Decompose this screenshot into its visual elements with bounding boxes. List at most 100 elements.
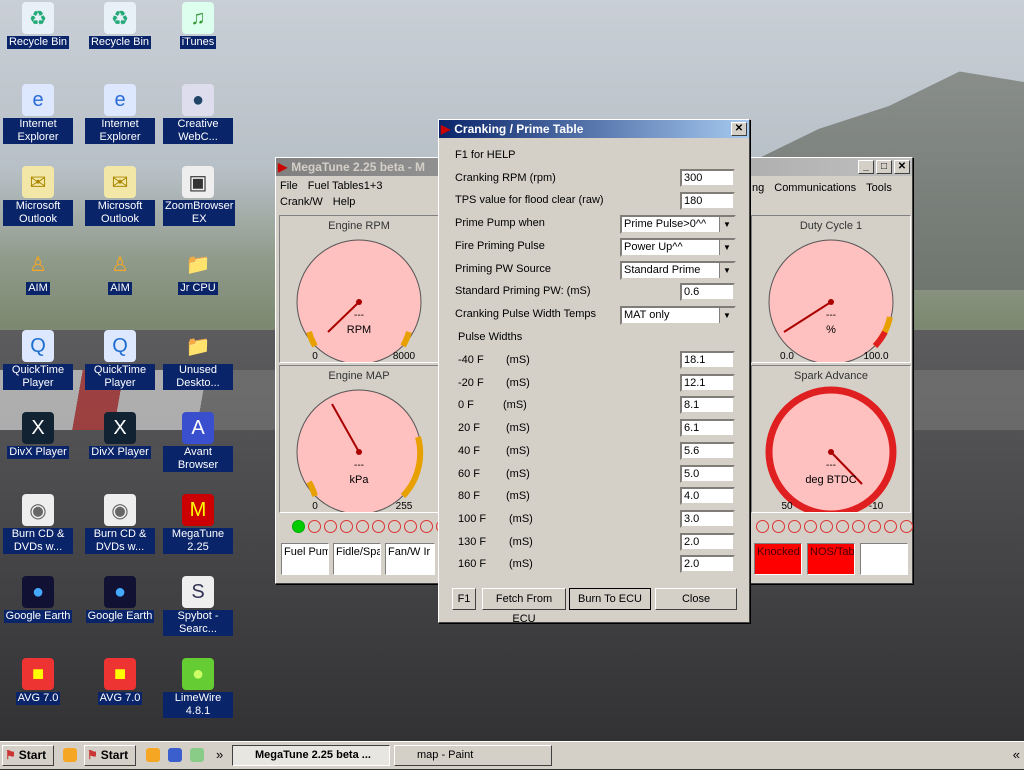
desktop-icon[interactable]: ♙ AIM [85,248,155,295]
pulse-widths-heading: Pulse Widths [458,331,523,343]
desktop-icon-label: iTunes [179,36,217,49]
gauge-dial: --- % 0.0 100.0 [768,239,894,365]
dialog-titlebar[interactable]: ▶ Cranking / Prime Table ✕ [439,120,749,138]
desktop-icon[interactable]: ● LimeWire 4.8.1 [163,658,233,718]
avant-browser-icon[interactable] [168,748,182,762]
taskbar-item-paint[interactable]: map - Paint [394,745,552,766]
pulse-width-field[interactable]: 4.0 [680,487,735,506]
gauge-value: --- [354,310,364,321]
pulse-width-field[interactable]: 2.0 [680,532,735,551]
desktop-icon[interactable]: ● Google Earth [3,576,73,623]
tray-chevron[interactable]: « [1013,747,1020,762]
desktop-icon[interactable]: 📁 Unused Deskto... [163,330,233,390]
desktop-icon[interactable]: ● Creative WebC... [163,84,233,144]
gauge-unit: % [826,324,836,336]
google-earth-icon: ● [22,576,54,608]
pulse-width-field[interactable]: 12.1 [680,373,735,392]
desktop-icon[interactable]: Q QuickTime Player [85,330,155,390]
tps-flood-clear-label: TPS value for flood clear (raw) [455,194,604,206]
desktop-icon[interactable]: ♻ Recycle Bin [3,2,73,49]
desktop-icon-label: DivX Player [89,446,151,459]
burn-cd-icon: ◉ [104,494,136,526]
chevron-down-icon[interactable]: ▼ [719,240,734,255]
pulse-width-field[interactable]: 3.0 [680,509,735,528]
pulse-unit-label: (mS) [509,512,533,525]
chevron-down-icon[interactable]: ▼ [719,217,734,232]
desktop-icon[interactable]: ■ AVG 7.0 [85,658,155,705]
desktop-icon[interactable]: A Avant Browser [163,412,233,472]
pulse-width-field[interactable]: 5.6 [680,441,735,460]
burn-to-ecu-button[interactable]: Burn To ECU [569,588,651,610]
menu-tuning[interactable]: ng [752,180,764,196]
select-value: Standard Prime [624,264,701,276]
prime-pump-select[interactable]: Prime Pulse>0^^ ▼ [620,215,736,234]
pulse-width-field[interactable]: 8.1 [680,396,735,415]
itunes-icon[interactable] [190,748,204,762]
menu-tools[interactable]: Tools [866,180,892,196]
desktop-icon-label: DivX Player [7,446,69,459]
desktop-icon-label: Microsoft Outlook [3,200,73,226]
aim-icon[interactable] [63,748,77,762]
desktop-icon[interactable]: e Internet Explorer [3,84,73,144]
desktop-icon[interactable]: ✉ Microsoft Outlook [3,166,73,226]
desktop-icon[interactable]: X DivX Player [85,412,155,459]
pulse-width-field[interactable]: 5.0 [680,464,735,483]
desktop-icon[interactable]: ▣ ZoomBrowser EX [163,166,236,226]
dialog-close-icon[interactable]: ✕ [731,122,747,136]
gauge-unit: RPM [347,324,371,336]
pulse-width-field[interactable]: 6.1 [680,419,735,438]
menu-crank[interactable]: Crank/W [280,194,323,210]
desktop-icon[interactable]: ● Google Earth [85,576,155,623]
indicator-led [372,520,385,533]
fetch-from-ecu-button[interactable]: Fetch From ECU [482,588,566,625]
desktop-icon-label: Google Earth [85,610,155,623]
desktop-icon[interactable]: ■ AVG 7.0 [3,658,73,705]
chevron-down-icon[interactable]: ▼ [719,263,734,278]
desktop-icon[interactable]: S Spybot - Searc... [163,576,233,636]
aim-icon[interactable] [146,748,160,762]
minimize-button[interactable]: _ [858,160,874,174]
menu-communications[interactable]: Communications [774,180,856,196]
start-label: Start [18,748,47,762]
menu-fuel-tables[interactable]: Fuel Tables1+3 [308,178,383,194]
desktop-icon[interactable]: ◉ Burn CD & DVDs w... [3,494,73,554]
close-button[interactable]: Close [655,588,737,610]
chevron-down-icon[interactable]: ▼ [719,308,734,323]
indicator-leds-right [756,520,913,533]
pulse-width-field[interactable]: 18.1 [680,351,735,369]
tps-flood-clear-field[interactable]: 180 [680,192,735,210]
desktop-icon[interactable]: ♻ Recycle Bin [85,2,155,49]
pulse-width-field[interactable]: 2.0 [680,555,735,574]
quicklaunch-chevron[interactable]: » [216,747,223,762]
fire-priming-select[interactable]: Power Up^^ ▼ [620,238,736,257]
priming-pw-source-select[interactable]: Standard Prime ▼ [620,261,736,280]
maximize-button[interactable]: □ [876,160,892,174]
desktop-icon[interactable]: ◉ Burn CD & DVDs w... [85,494,155,554]
gauge-dial: --- deg BTDC 50 -10 [765,386,897,518]
close-button[interactable]: ✕ [894,160,910,174]
desktop-icon[interactable]: ♫ iTunes [163,2,233,49]
desktop-icon[interactable]: ♙ AIM [3,248,73,295]
indicator-led [420,520,433,533]
pulse-unit-label: (mS) [506,444,530,457]
desktop-icon[interactable]: e Internet Explorer [85,84,155,144]
f1-help-button[interactable]: F1 [452,588,476,610]
desktop-icon[interactable]: M MegaTune 2.25 [163,494,233,554]
taskbar: ⚑ Start ⚑ Start » MegaTune 2.25 beta ... m… [0,741,1024,769]
desktop-icon[interactable]: ✉ Microsoft Outlook [85,166,155,226]
menu-file[interactable]: File [280,178,298,194]
gauge-max: 100.0 [863,351,888,362]
cranking-temps-select[interactable]: MAT only ▼ [620,306,736,325]
burn-cd-icon: ◉ [22,494,54,526]
start-button-2[interactable]: ⚑ Start [84,745,136,766]
gauge-dial: --- kPa 0 255 [296,389,424,515]
desktop-icon[interactable]: X DivX Player [3,412,73,459]
desktop-icon[interactable]: Q QuickTime Player [3,330,73,390]
taskbar-item-megatune[interactable]: MegaTune 2.25 beta ... [232,745,390,766]
std-priming-pw-field[interactable]: 0.6 [680,283,735,301]
cranking-rpm-field[interactable]: 300 [680,169,735,187]
menu-help[interactable]: Help [333,194,356,210]
start-button[interactable]: ⚑ Start [2,745,54,766]
desktop-icon[interactable]: 📁 Jr CPU [163,248,233,295]
megatune-app-icon: ▶ [278,160,288,174]
